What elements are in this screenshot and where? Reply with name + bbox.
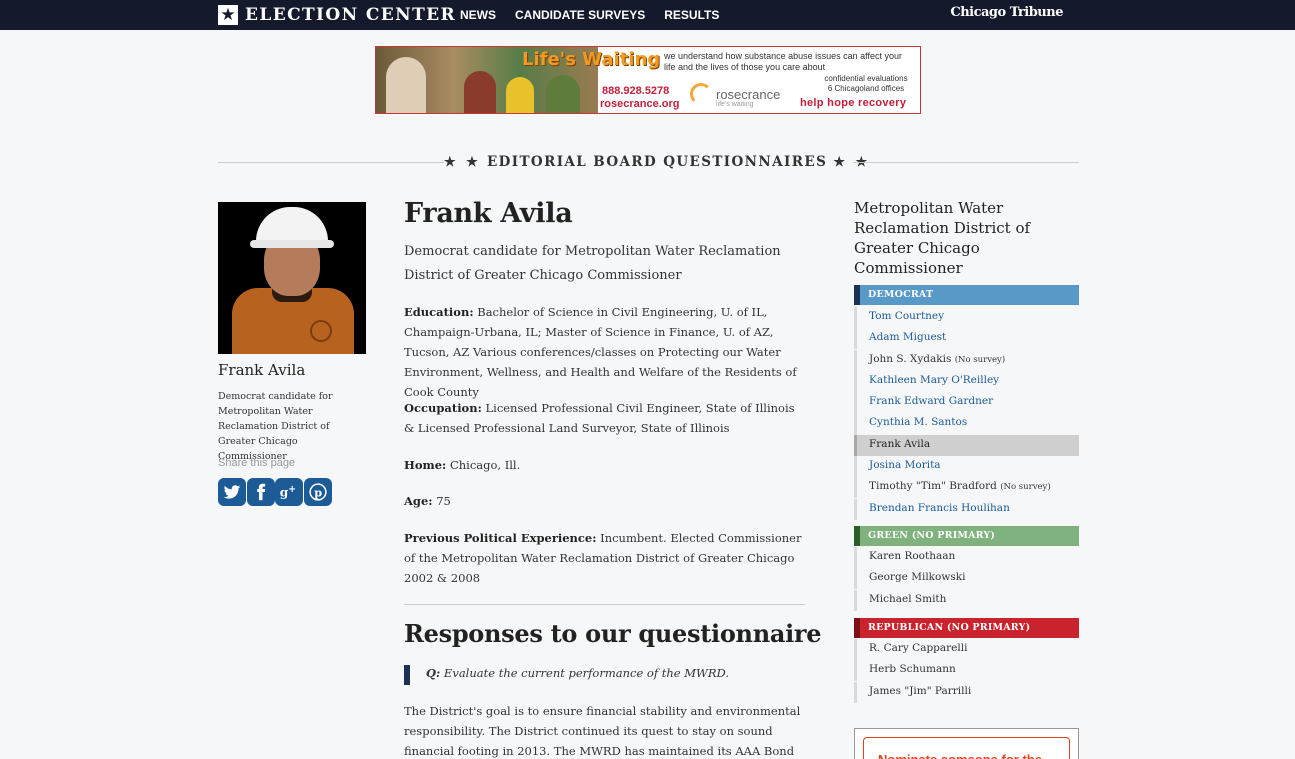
nav-item-news[interactable]: NEWS bbox=[460, 8, 496, 22]
sidebar-candidate-description: Democrat candidate for Metropolitan Wate… bbox=[218, 391, 333, 462]
ad-url: rosecrance.org bbox=[600, 98, 680, 110]
nav-item-results[interactable]: RESULTS bbox=[664, 8, 719, 22]
section-divider-left bbox=[218, 162, 444, 163]
responses-title: Responses to our questionnaire bbox=[404, 619, 822, 648]
election-center-logo[interactable]: ★ ELECTION CENTER bbox=[218, 4, 456, 26]
top-navigation-bar: ★ ELECTION CENTER NEWS CANDIDATE SURVEYS… bbox=[0, 0, 1295, 30]
candidate-item: James "Jim" Parrilli bbox=[854, 681, 1079, 703]
facebook-share-button[interactable] bbox=[247, 478, 275, 506]
no-survey-note: (No survey) bbox=[1000, 482, 1051, 493]
candidate-photo bbox=[218, 202, 366, 354]
svg-text:p: p bbox=[314, 486, 322, 500]
age-value: 75 bbox=[436, 494, 451, 508]
brand-title: ELECTION CENTER bbox=[245, 5, 457, 25]
facebook-icon bbox=[257, 483, 266, 501]
party-header-democrat: DEMOCRAT bbox=[854, 285, 1079, 305]
candidate-item: Timothy "Tim" Bradford (No survey) bbox=[854, 477, 1079, 499]
candidate-link-active[interactable]: Frank Avila bbox=[854, 434, 1079, 456]
education-label: Education: bbox=[404, 305, 474, 319]
pinterest-icon: p bbox=[309, 483, 327, 501]
question-text: Q: Evaluate the current performance of t… bbox=[426, 666, 729, 680]
candidate-item: John S. Xydakis (No survey) bbox=[854, 349, 1079, 371]
question-marker bbox=[404, 665, 410, 685]
svg-text:+: + bbox=[288, 484, 296, 495]
stars-icon: ★ ★ bbox=[444, 155, 481, 170]
candidate-link[interactable]: Tom Courtney bbox=[854, 307, 1079, 329]
star-icon: ★ bbox=[218, 5, 238, 25]
candidate-item: R. Cary Capparelli bbox=[854, 639, 1079, 661]
ad-description: we understand how substance abuse issues… bbox=[664, 51, 902, 72]
answer-text: The District's goal is to ensure financi… bbox=[404, 704, 801, 758]
question-label: Q: bbox=[426, 666, 441, 680]
sidebar-candidate-name: Frank Avila bbox=[218, 361, 306, 379]
ad-banner[interactable]: Life's Waiting 888.928.5278 rosecrance.o… bbox=[375, 46, 921, 114]
ad-logo: rosecrance bbox=[716, 87, 781, 102]
home-label: Home: bbox=[404, 458, 447, 472]
ad-logo-tagline: life's waiting bbox=[716, 101, 754, 108]
candidate-link[interactable]: Adam Miguest bbox=[854, 328, 1079, 350]
candidate-link[interactable]: Frank Edward Gardner bbox=[854, 392, 1079, 414]
twitter-share-button[interactable] bbox=[218, 478, 246, 506]
occupation-label: Occupation: bbox=[404, 401, 482, 415]
candidate-link[interactable]: Brendan Francis Houlihan bbox=[854, 498, 1079, 520]
candidate-name: Frank Avila bbox=[404, 198, 573, 229]
content-divider bbox=[404, 604, 805, 605]
twitter-icon bbox=[223, 485, 241, 499]
candidate-link[interactable]: Cynthia M. Santos bbox=[854, 413, 1079, 435]
google-plus-share-button[interactable]: g + bbox=[275, 478, 303, 506]
home-value: Chicago, Ill. bbox=[449, 458, 521, 472]
age-field: Age: 75 bbox=[404, 491, 808, 511]
democrat-candidate-list: Tom Courtney Adam Miguest John S. Xydaki… bbox=[854, 307, 1079, 520]
race-title: Metropolitan Water Reclamation District … bbox=[854, 199, 1031, 277]
chicago-tribune-logo[interactable]: Chicago Tribune bbox=[950, 5, 1063, 20]
section-divider-right bbox=[853, 162, 1079, 163]
svg-text:g: g bbox=[280, 485, 289, 499]
ad-conf-info: confidential evaluations 6 Chicagoland o… bbox=[824, 74, 908, 93]
main-nav: NEWS CANDIDATE SURVEYS RESULTS bbox=[460, 0, 738, 30]
candidate-subtitle: Democrat candidate for Metropolitan Wate… bbox=[404, 244, 781, 283]
candidate-link[interactable]: Josina Morita bbox=[854, 455, 1079, 478]
candidate-item: Herb Schumann bbox=[854, 660, 1079, 682]
nav-item-candidate-surveys[interactable]: CANDIDATE SURVEYS bbox=[515, 8, 645, 22]
age-label: Age: bbox=[404, 494, 433, 508]
pinterest-share-button[interactable]: p bbox=[304, 478, 332, 506]
candidate-item: Karen Roothaan bbox=[854, 547, 1079, 569]
political-experience-field: Previous Political Experience: Incumbent… bbox=[404, 528, 808, 588]
education-field: Education: Bachelor of Science in Civil … bbox=[404, 302, 808, 402]
nominate-box: Nominate someone for the bbox=[854, 728, 1079, 759]
home-field: Home: Chicago, Ill. bbox=[404, 455, 808, 475]
section-title: ★ ★ EDITORIAL BOARD QUESTIONNAIRES ★ ★ bbox=[444, 154, 871, 170]
political-experience-label: Previous Political Experience: bbox=[404, 531, 597, 545]
green-candidate-list: Karen Roothaan George Milkowski Michael … bbox=[854, 547, 1079, 611]
share-label: Share this page bbox=[218, 457, 296, 469]
republican-candidate-list: R. Cary Capparelli Herb Schumann James "… bbox=[854, 639, 1079, 703]
candidate-item: George Milkowski bbox=[854, 568, 1079, 590]
party-header-green: GREEN (NO PRIMARY) bbox=[854, 526, 1079, 546]
ad-headline: Life's Waiting bbox=[522, 49, 661, 70]
occupation-field: Occupation: Licensed Professional Civil … bbox=[404, 398, 808, 438]
google-plus-icon: g + bbox=[280, 484, 296, 499]
nominate-button[interactable]: Nominate someone for the bbox=[863, 737, 1070, 759]
ad-phone: 888.928.5278 bbox=[602, 85, 670, 97]
candidate-link[interactable]: Kathleen Mary O'Reilley bbox=[854, 370, 1079, 392]
education-value: Bachelor of Science in Civil Engineering… bbox=[404, 305, 797, 399]
rosecrance-swoosh-icon bbox=[690, 83, 712, 105]
candidate-item: Michael Smith bbox=[854, 589, 1079, 611]
no-survey-note: (No survey) bbox=[954, 354, 1006, 365]
question-value: Evaluate the current performance of the … bbox=[443, 666, 729, 680]
party-header-republican: REPUBLICAN (NO PRIMARY) bbox=[854, 618, 1079, 638]
ad-tagline: help hope recovery bbox=[800, 97, 907, 109]
